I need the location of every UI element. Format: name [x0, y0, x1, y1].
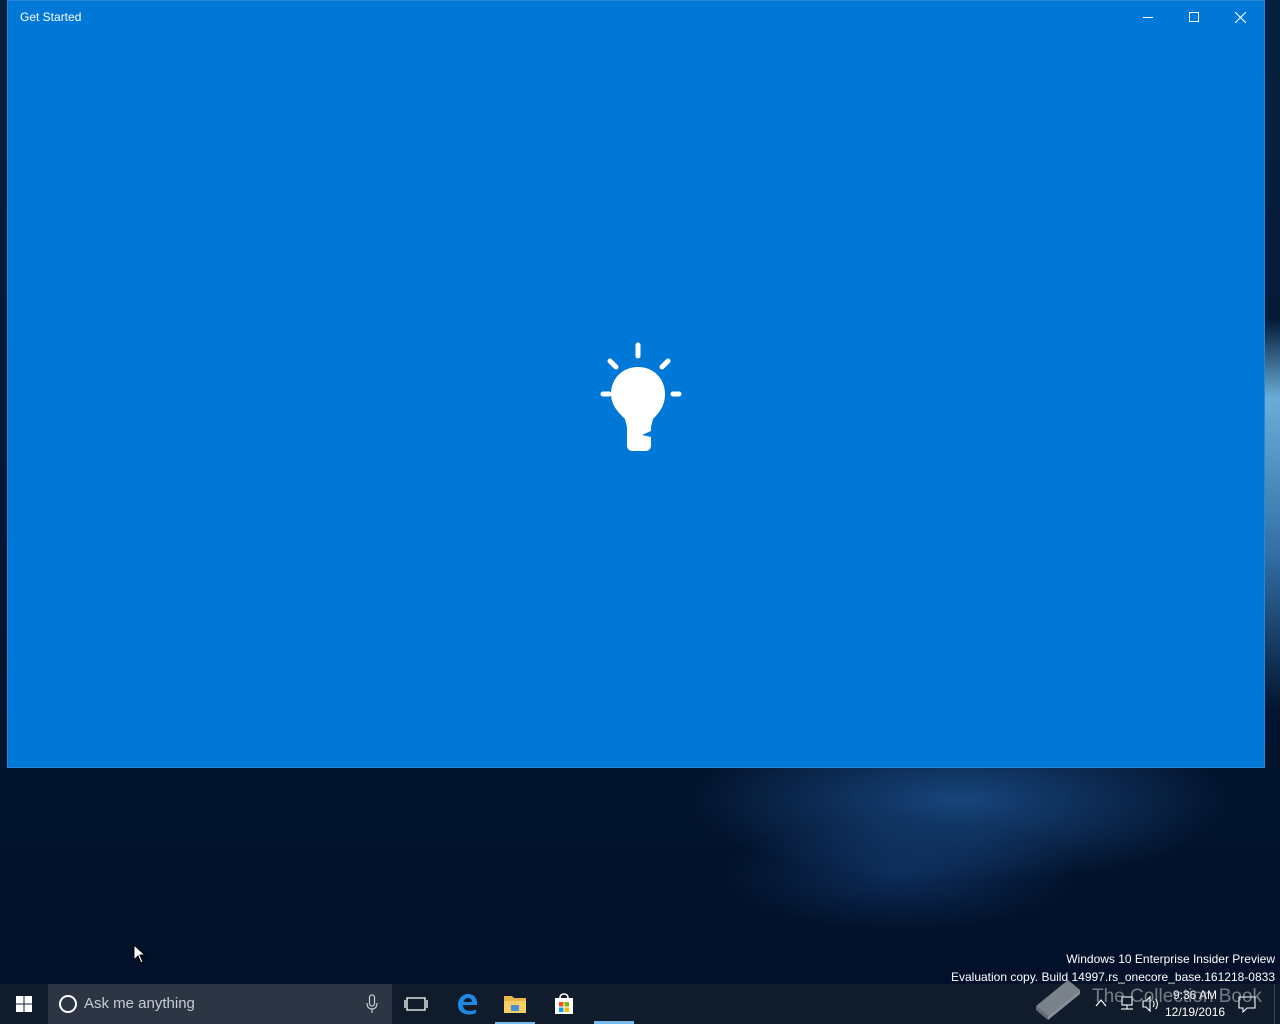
- task-view-icon: [404, 997, 428, 1011]
- get-started-window[interactable]: Get Started: [7, 0, 1265, 768]
- title-bar[interactable]: Get Started: [8, 1, 1264, 33]
- start-button[interactable]: [0, 984, 48, 1024]
- task-view-button[interactable]: [392, 984, 440, 1024]
- minimize-icon: [1143, 17, 1153, 18]
- collection-book-text: The Collection Book: [1092, 986, 1263, 1007]
- maximize-button[interactable]: [1171, 1, 1217, 33]
- edge-button[interactable]: [443, 984, 491, 1024]
- windows-logo-icon: [16, 996, 32, 1012]
- maximize-icon: [1189, 12, 1199, 22]
- window-title: Get Started: [20, 10, 82, 24]
- cortana-icon: [59, 995, 77, 1013]
- cortana-search-box[interactable]: Ask me anything: [48, 984, 392, 1024]
- mouse-cursor-icon: [133, 944, 147, 964]
- book-icon: [1036, 980, 1080, 1020]
- close-button[interactable]: [1217, 1, 1263, 33]
- collection-book-overlay-logo: The Collection Book: [1030, 972, 1275, 1022]
- minimize-button[interactable]: [1125, 1, 1171, 33]
- edge-icon: [458, 994, 477, 1015]
- desktop: Get Started Windows 10 Enterprise Inside…: [0, 0, 1280, 1024]
- watermark-edition: Windows 10 Enterprise Insider Preview: [1066, 952, 1275, 966]
- file-explorer-button[interactable]: [491, 984, 539, 1024]
- close-icon: [1234, 11, 1246, 23]
- get-started-taskbar-button[interactable]: [590, 984, 638, 1024]
- lightbulb-icon: [600, 342, 682, 451]
- store-button[interactable]: [540, 984, 588, 1024]
- file-explorer-icon: [504, 996, 526, 1013]
- store-icon: [555, 993, 573, 1014]
- search-placeholder: Ask me anything: [84, 995, 195, 1012]
- microphone-icon[interactable]: [366, 994, 378, 1014]
